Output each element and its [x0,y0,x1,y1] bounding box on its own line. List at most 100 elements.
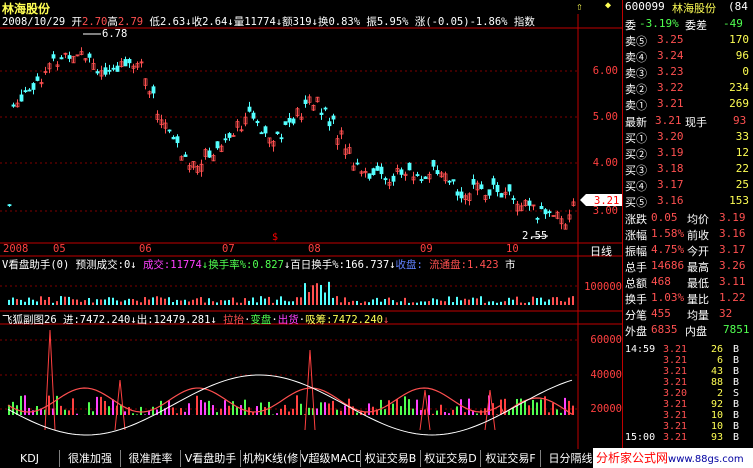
price-candle [503,187,508,199]
sell-vol: 234 [729,81,749,94]
sell-label: 卖① [625,99,647,112]
fox-bar [416,399,418,415]
price-candle [475,180,480,196]
fox-bar [564,397,566,415]
volume-bar [176,299,178,305]
stat-value: 3.26 [719,259,746,272]
tab-rifen-gexian[interactable]: 日分隔线 [541,450,601,467]
price-candle [455,189,460,201]
volume-bar [284,300,286,305]
volume-bar [100,299,102,305]
tick-row: 14:59 3.21 26 B [625,344,752,355]
price-candle [155,110,160,123]
price-candle [375,162,380,171]
fox-bar [388,400,390,415]
fox-bar [452,409,454,415]
volume-bar [252,297,254,305]
price-candle [183,151,188,157]
volume-bar [24,301,26,305]
sell-price: 3.21 [657,97,684,110]
max-price-label: 6.78 [102,28,128,40]
price-candle [151,84,156,99]
price-candle [571,198,576,207]
volume-bar [528,302,530,305]
tick-price: 3.21 [663,421,688,432]
volume-bar [244,298,246,305]
volume-bar [44,299,46,305]
price-candle [67,51,72,63]
fox-bar [524,401,526,415]
close-label2: 收盘: [395,259,423,271]
fox-bar [220,408,222,415]
tab-jigou-kline[interactable]: 机构K线(修 [241,450,301,467]
volume-bar [144,297,146,305]
chart-area[interactable] [0,0,622,449]
volume-bar [304,283,306,305]
buy-level-row: 买③ 3.18 22 [625,162,752,177]
tick-vol: 2 [716,388,723,399]
volume-bar [388,297,390,305]
fox-bar [480,410,482,415]
tab-henzhun-shenglv[interactable]: 很准胜率 [121,450,181,467]
fox-bar [560,412,562,415]
y-tick-label: 6.00 [592,65,618,77]
fox-bar [64,409,66,415]
tab-kdj[interactable]: KDJ [0,450,60,467]
volume-bar [396,302,398,305]
buy-price: 3.17 [657,178,684,191]
fox-bar [188,403,190,415]
volume-bar [140,302,142,305]
volume-bar [240,302,242,305]
period-label[interactable]: 日线 [590,243,612,259]
fox-bar [308,407,310,415]
price-candle [359,170,364,177]
volume-bar [216,302,218,305]
tab-v-kanpan[interactable]: V看盘助手 [181,450,241,467]
tab-v-macd[interactable]: V超级MACD [301,450,361,467]
wei-cha-value: -49 [723,17,743,30]
fox-bar [456,406,458,415]
fox-bar [356,412,358,415]
stat-label: 量比 [687,293,709,306]
buy-level-row: 买① 3.20 33 [625,130,752,145]
price-candle [119,57,124,68]
volume-bar [344,297,346,305]
volume-bar [172,302,174,305]
sell-price: 3.22 [657,81,684,94]
tab-henzhun-jiaqiang[interactable]: 很准加强 [60,450,121,467]
volume-bar [224,300,226,305]
buy-price: 3.19 [657,146,684,159]
fox-bar [104,400,106,415]
tick-side: B [733,421,740,432]
fox-bar [324,402,326,415]
tab-quanzheng-b[interactable]: 权证交易B [361,450,421,467]
neipan-label: 内盘 [685,325,707,338]
price-candle [139,58,144,68]
stat-value: 1.22 [719,291,746,304]
sell-price: 3.24 [657,49,684,62]
sell-level-row: 卖⑤ 3.25 170 [625,33,752,48]
price-candle [235,119,240,132]
price-candle [363,167,368,178]
stat-value: 4.75% [651,243,685,256]
fox-bar [332,400,334,415]
wei-bi-value: -3.19% [639,17,679,30]
volume-bar [356,300,358,305]
stat-value: 32 [719,307,733,320]
buy-vol: 22 [735,162,749,175]
volume-bar [288,301,290,305]
price-candle [527,197,532,211]
indicator-tab-bar: KDJ 很准加强 很准胜率 V看盘助手 机构K线(修 V超级MACD 权证交易B… [0,449,622,468]
volume-bar [160,297,162,305]
tab-quanzheng-d[interactable]: 权证交易D [421,450,481,467]
volume-bar [408,302,410,305]
volume-bar [484,302,486,305]
volume-bar [148,299,150,305]
fox-panel-title: 飞狐副图26 [2,314,57,326]
fox-bar [224,400,226,415]
tab-quanzheng-f[interactable]: 权证交易F [481,450,541,467]
volume-bar [60,296,62,305]
tick-vol: 92 [710,399,723,410]
volume-bar [448,296,450,305]
fox-bar [172,407,174,415]
